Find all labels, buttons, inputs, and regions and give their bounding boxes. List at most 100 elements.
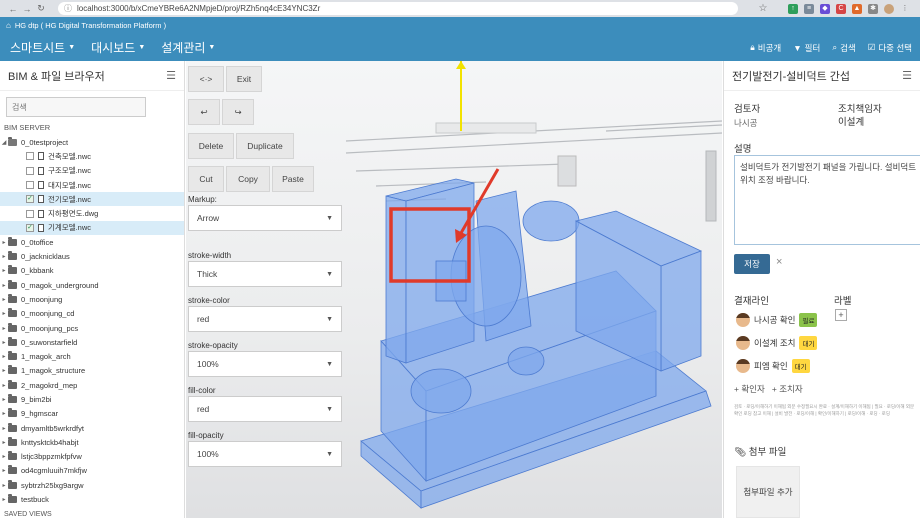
checkbox[interactable]: ✓ bbox=[26, 195, 34, 204]
tree-file-item[interactable]: 구조모델.nwc bbox=[0, 164, 184, 178]
tree-folder-item[interactable]: ▸ 1_magok_arch bbox=[0, 349, 184, 363]
stroke-opacity-select[interactable]: 100% ▼ bbox=[188, 351, 342, 377]
tree-folder-item[interactable]: ▸ 0_suwonstarfield bbox=[0, 335, 184, 349]
expand-icon[interactable]: ▸ bbox=[0, 482, 8, 489]
checkbox[interactable] bbox=[26, 209, 34, 218]
extension-icon[interactable]: ◆ bbox=[820, 3, 830, 14]
fill-color-select[interactable]: red ▼ bbox=[188, 396, 342, 422]
approval-item[interactable]: 피엠 확인 대기 bbox=[736, 359, 810, 373]
expand-icon[interactable]: ▸ bbox=[0, 239, 8, 246]
kebab-menu-icon[interactable]: ⋮ bbox=[900, 4, 910, 14]
expand-icon[interactable]: ▸ bbox=[0, 382, 8, 389]
puzzle-icon[interactable]: ✱ bbox=[868, 3, 878, 14]
collapse-icon[interactable]: ◢ bbox=[0, 139, 8, 146]
expand-icon[interactable]: ▸ bbox=[0, 410, 8, 417]
expand-icon[interactable]: ▸ bbox=[0, 310, 8, 317]
expand-icon[interactable]: ▸ bbox=[0, 453, 8, 460]
expand-icon[interactable]: ▸ bbox=[0, 467, 8, 474]
tree-folder-item[interactable]: ▸ 0_moonjung_cd bbox=[0, 307, 184, 321]
undo-button[interactable]: ↩ bbox=[188, 99, 220, 125]
reviewer-value[interactable]: 나시공 bbox=[734, 117, 757, 129]
stroke-width-select[interactable]: Thick ▼ bbox=[188, 261, 342, 287]
close-icon[interactable]: × bbox=[776, 256, 782, 268]
add-label-button[interactable]: + bbox=[835, 309, 847, 321]
tree-root[interactable]: ◢ 0_0testproject bbox=[0, 135, 184, 149]
delete-button[interactable]: Delete bbox=[188, 133, 234, 159]
checkbox[interactable] bbox=[26, 181, 34, 190]
home-icon[interactable]: ⌂ bbox=[6, 21, 11, 30]
expand-icon[interactable]: ▸ bbox=[0, 282, 8, 289]
search-input[interactable] bbox=[6, 97, 146, 117]
expand-icon[interactable]: ▸ bbox=[0, 253, 8, 260]
reload-icon[interactable]: ↻ bbox=[34, 2, 48, 16]
multi-select-button[interactable]: ☑ 다중 선택 bbox=[868, 42, 912, 54]
code-button[interactable]: <·> bbox=[188, 66, 224, 92]
extension-icon[interactable]: ↑ bbox=[788, 3, 798, 14]
tree-folder-item[interactable]: ▸ 0_moonjung bbox=[0, 292, 184, 306]
extension-icon[interactable]: ▲ bbox=[852, 3, 862, 14]
add-attachment-button[interactable]: 첨부파일 추가 bbox=[736, 466, 800, 518]
expand-icon[interactable]: ▸ bbox=[0, 296, 8, 303]
description-textarea[interactable]: 설비덕트가 전기발전기 패널을 가립니다. 설비덕트 위치 조정 바랍니다. bbox=[734, 155, 920, 245]
expand-icon[interactable]: ▸ bbox=[0, 496, 8, 503]
extension-icon[interactable]: ≡ bbox=[804, 3, 814, 14]
checkbox[interactable] bbox=[26, 166, 34, 175]
tree-folder-item[interactable]: ▸ knttysktckb4habjt bbox=[0, 435, 184, 449]
tree-folder-item[interactable]: ▸ 2_magokrd_mep bbox=[0, 378, 184, 392]
checkbox[interactable] bbox=[26, 152, 34, 161]
hamburger-icon[interactable]: ☰ bbox=[902, 69, 912, 82]
profile-icon[interactable] bbox=[884, 3, 894, 14]
cut-button[interactable]: Cut bbox=[188, 166, 224, 192]
back-icon[interactable]: ← bbox=[6, 2, 20, 16]
tree-folder-item[interactable]: ▸ dmyamltb5wrkrdfyt bbox=[0, 421, 184, 435]
stroke-color-select[interactable]: red ▼ bbox=[188, 306, 342, 332]
3d-viewer[interactable]: <·> Exit ↩ ↪ Delete Duplicate Cut Copy P… bbox=[186, 61, 722, 518]
tree-folder-item[interactable]: ▸ sybtrzh25lxg9argw bbox=[0, 478, 184, 492]
expand-icon[interactable]: ▸ bbox=[0, 325, 8, 332]
tree-folder-item[interactable]: ▸ 9_hgmscar bbox=[0, 407, 184, 421]
add-actor-link[interactable]: + 조치자 bbox=[772, 384, 803, 394]
exit-button[interactable]: Exit bbox=[226, 66, 262, 92]
expand-icon[interactable]: ▸ bbox=[0, 367, 8, 374]
tree-folder-item[interactable]: ▸ 1_magok_structure bbox=[0, 364, 184, 378]
approval-item[interactable]: 나시공 확인 필료 bbox=[736, 313, 818, 327]
tree-folder-item[interactable]: ▸ od4cgmluuih7mkfjw bbox=[0, 464, 184, 478]
tree-folder-item[interactable]: ▸ 0_jacknicklaus bbox=[0, 249, 184, 263]
approval-item[interactable]: 이설계 조치 대기 bbox=[736, 336, 818, 350]
checkbox[interactable]: ✓ bbox=[26, 223, 34, 232]
tree-folder-item[interactable]: ▸ 0_0toffice bbox=[0, 235, 184, 249]
menu-smartsheet[interactable]: 스마트시트 ▼ bbox=[10, 39, 75, 56]
menu-dashboard[interactable]: 대시보드 ▼ bbox=[91, 39, 145, 56]
save-button[interactable]: 저장 bbox=[734, 254, 770, 274]
redo-button[interactable]: ↪ bbox=[222, 99, 254, 125]
forward-icon[interactable]: → bbox=[20, 2, 34, 16]
hamburger-icon[interactable]: ☰ bbox=[166, 69, 176, 82]
expand-icon[interactable]: ▸ bbox=[0, 425, 8, 432]
tree-folder-item[interactable]: ▸ 0_magok_underground bbox=[0, 278, 184, 292]
paste-button[interactable]: Paste bbox=[272, 166, 314, 192]
tree-file-item[interactable]: 지하평면도.dwg bbox=[0, 206, 184, 220]
expand-icon[interactable]: ▸ bbox=[0, 439, 8, 446]
star-icon[interactable]: ☆ bbox=[759, 3, 768, 14]
markup-type-select[interactable]: Arrow ▼ bbox=[188, 205, 342, 231]
tree-folder-item[interactable]: ▸ 0_moonjung_pcs bbox=[0, 321, 184, 335]
tree-folder-item[interactable]: ▸ lstjc3bppzmkfpfvw bbox=[0, 450, 184, 464]
expand-icon[interactable]: ▸ bbox=[0, 267, 8, 274]
copy-button[interactable]: Copy bbox=[226, 166, 270, 192]
address-bar[interactable]: ⓘ localhost:3000/b/xCmeYBRe6A2NMpjeD/pro… bbox=[58, 2, 738, 15]
action-owner-value[interactable]: 이설계 bbox=[838, 114, 864, 128]
menu-design-management[interactable]: 설계관리 ▼ bbox=[161, 39, 215, 56]
private-button[interactable]: 🔒︎ 비공개 bbox=[750, 42, 781, 54]
tree-file-item[interactable]: ✓ 기계모델.nwc bbox=[0, 220, 184, 236]
expand-icon[interactable]: ▸ bbox=[0, 339, 8, 346]
add-reviewer-link[interactable]: + 확인자 bbox=[734, 384, 765, 394]
expand-icon[interactable]: ▸ bbox=[0, 353, 8, 360]
tree-file-item[interactable]: ✓ 전기모델.nwc bbox=[0, 192, 184, 207]
duplicate-button[interactable]: Duplicate bbox=[236, 133, 294, 159]
extension-icon[interactable]: C bbox=[836, 3, 846, 14]
fill-opacity-select[interactable]: 100% ▼ bbox=[188, 441, 342, 467]
expand-icon[interactable]: ▸ bbox=[0, 396, 8, 403]
search-button[interactable]: ⌕ 검색 bbox=[832, 42, 855, 54]
filter-button[interactable]: ▼ 필터 bbox=[793, 42, 820, 54]
tree-folder-item[interactable]: ▸ 9_bim2bi bbox=[0, 392, 184, 406]
